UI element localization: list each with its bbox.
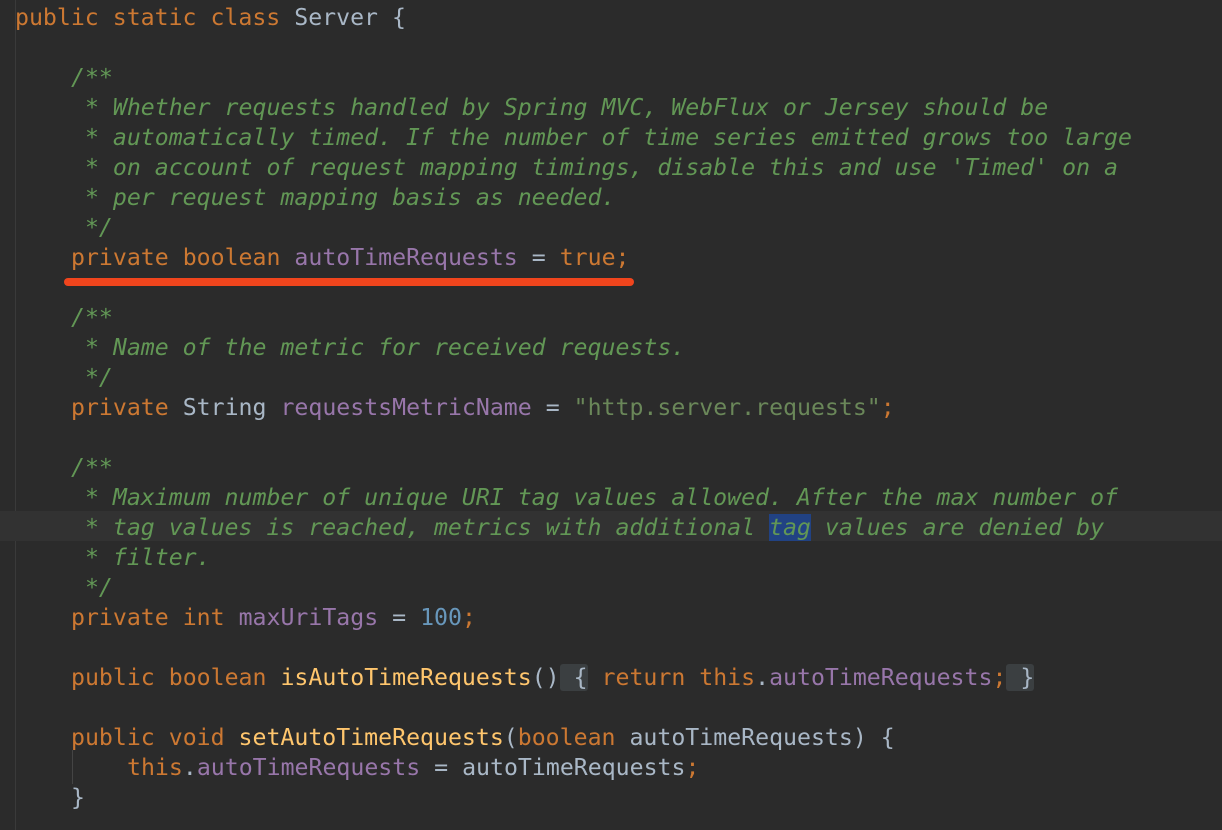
operator-assign: = [531, 244, 546, 271]
number-literal: 100 [420, 604, 462, 631]
code-line-setter-signature[interactable]: public void setAutoTimeRequests(boolean … [15, 723, 895, 753]
doc-comment-text: * on account of request mapping timings,… [71, 154, 1119, 181]
code-line-setter-close[interactable]: } [15, 783, 85, 813]
doc-comment-open[interactable]: /** [15, 453, 113, 483]
method-name: isAutoTimeRequests [280, 664, 532, 691]
code-line-setter-body[interactable]: this.autoTimeRequests = autoTimeRequests… [15, 753, 699, 783]
semicolon: ; [992, 664, 1007, 691]
keyword-static: static [112, 4, 197, 31]
doc-comment-line[interactable]: * Maximum number of unique URI tag value… [15, 483, 1118, 513]
param-name: autoTimeRequests [629, 724, 853, 751]
param-type: boolean [517, 724, 616, 751]
keyword-void: void [168, 724, 225, 751]
method-close-brace: } [71, 784, 85, 811]
selected-text[interactable]: tag [769, 514, 811, 541]
doc-comment-line[interactable]: * per request mapping basis as needed. [15, 183, 616, 213]
field-reference: autoTimeRequests [196, 754, 421, 781]
doc-comment-line[interactable]: * on account of request mapping timings,… [15, 153, 1118, 183]
doc-comment-text: */ [71, 574, 113, 601]
keyword-private: private [71, 244, 169, 271]
doc-comment-line[interactable]: * automatically timed. If the number of … [15, 123, 1132, 153]
code-line-getter[interactable]: public boolean isAutoTimeRequests() { re… [15, 663, 1035, 693]
doc-comment-close[interactable]: */ [15, 573, 113, 603]
keyword-this: this [127, 754, 183, 781]
type-string: String [182, 394, 267, 421]
keyword-private: private [71, 604, 169, 631]
keyword-public: public [71, 724, 155, 751]
code-line-class-declaration[interactable]: public static class Server { [15, 3, 406, 33]
literal-true: true [559, 244, 616, 271]
keyword-return: return [601, 664, 686, 691]
semicolon: ; [685, 754, 700, 781]
type-int: int [182, 604, 225, 631]
field-name: autoTimeRequests [294, 244, 518, 271]
folded-close-brace[interactable]: } [1006, 664, 1035, 691]
code-line-field-requests-metric-name[interactable]: private String requestsMetricName = "htt… [15, 393, 895, 423]
parens: () [531, 664, 560, 691]
keyword-private: private [71, 394, 169, 421]
doc-comment-text: * automatically timed. If the number of … [71, 124, 1132, 151]
paren-open: ( [503, 724, 518, 751]
doc-comment-text: /** [71, 454, 113, 481]
doc-comment-text: /** [71, 304, 113, 331]
doc-comment-text: */ [71, 214, 113, 241]
type-boolean: boolean [182, 244, 281, 271]
doc-comment-text: values are denied by [810, 514, 1105, 541]
field-reference: autoTimeRequests [769, 664, 993, 691]
paren-close: ) [852, 724, 867, 751]
doc-comment-close[interactable]: */ [15, 213, 113, 243]
doc-comment-open[interactable]: /** [15, 63, 113, 93]
semicolon: ; [615, 244, 630, 271]
type-boolean: boolean [168, 664, 267, 691]
doc-comment-text: * Whether requests handled by Spring MVC… [71, 94, 1049, 121]
method-open-brace: { [880, 724, 895, 751]
semicolon: ; [880, 394, 895, 421]
folded-open-brace[interactable]: { [559, 664, 588, 691]
operator-assign: = [545, 394, 560, 421]
keyword-this: this [699, 664, 756, 691]
doc-comment-text: * Name of the metric for received reques… [71, 334, 686, 361]
string-literal: "http.server.requests" [573, 394, 881, 421]
code-editor[interactable]: public static class Server { /** * Wheth… [0, 0, 1222, 830]
doc-comment-line[interactable]: * filter. [15, 543, 211, 573]
operator-assign: = [434, 754, 449, 781]
dot: . [182, 754, 197, 781]
code-line-field-max-uri-tags[interactable]: private int maxUriTags = 100; [15, 603, 476, 633]
keyword-public: public [71, 664, 155, 691]
doc-comment-text: * filter. [71, 544, 211, 571]
method-name: setAutoTimeRequests [238, 724, 504, 751]
annotation-underline [64, 278, 634, 286]
keyword-class: class [210, 4, 281, 31]
doc-comment-text: * per request mapping basis as needed. [71, 184, 616, 211]
doc-comment-text: * tag values is reached, metrics with ad… [71, 514, 770, 541]
param-reference: autoTimeRequests [462, 754, 686, 781]
doc-comment-text: * Maximum number of unique URI tag value… [71, 484, 1119, 511]
doc-comment-line-current[interactable]: * tag values is reached, metrics with ad… [15, 513, 1104, 543]
doc-comment-line[interactable]: * Name of the metric for received reques… [15, 333, 685, 363]
doc-comment-close[interactable]: */ [15, 363, 113, 393]
doc-comment-text: /** [71, 64, 113, 91]
doc-comment-text: */ [71, 364, 113, 391]
keyword-public: public [15, 4, 99, 31]
dot: . [755, 664, 770, 691]
code-line-field-auto-time-requests[interactable]: private boolean autoTimeRequests = true; [15, 243, 630, 273]
class-name: Server [294, 4, 379, 31]
doc-comment-line[interactable]: * Whether requests handled by Spring MVC… [15, 93, 1048, 123]
operator-assign: = [392, 604, 407, 631]
class-open-brace: { [391, 4, 406, 31]
field-name: maxUriTags [238, 604, 379, 631]
semicolon: ; [461, 604, 476, 631]
field-name: requestsMetricName [280, 394, 532, 421]
doc-comment-open[interactable]: /** [15, 303, 113, 333]
